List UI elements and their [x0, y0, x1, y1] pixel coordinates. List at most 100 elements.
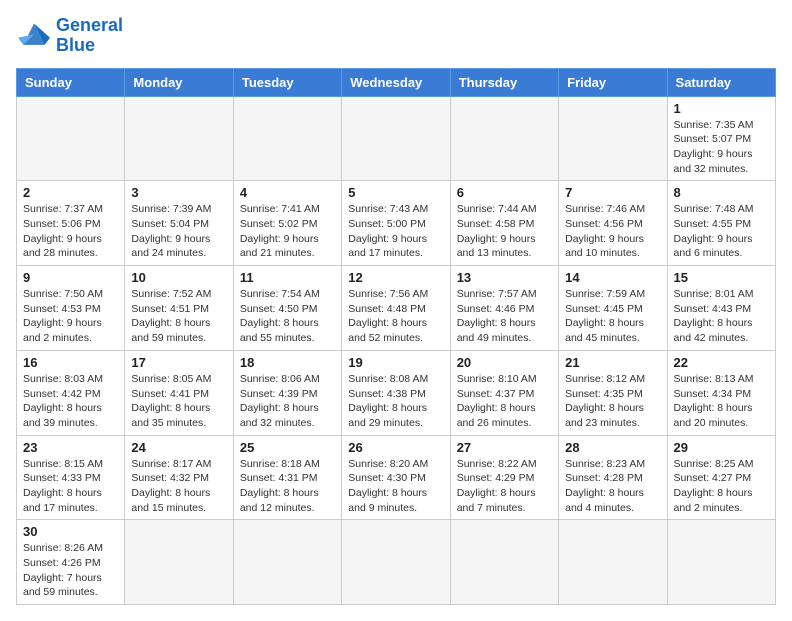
- day-info: Sunrise: 8:18 AM Sunset: 4:31 PM Dayligh…: [240, 457, 335, 516]
- day-info: Sunrise: 8:20 AM Sunset: 4:30 PM Dayligh…: [348, 457, 443, 516]
- calendar-day-cell: 18 Sunrise: 8:06 AM Sunset: 4:39 PM Dayli…: [233, 350, 341, 435]
- calendar-day-cell: [125, 520, 233, 605]
- day-number: 7: [565, 185, 660, 200]
- day-info: Sunrise: 8:10 AM Sunset: 4:37 PM Dayligh…: [457, 372, 552, 431]
- calendar-day-cell: 23Sunrise: 8:15 AM Sunset: 4:33 PM Dayli…: [17, 435, 125, 520]
- day-info: Sunrise: 8:15 AM Sunset: 4:33 PM Dayligh…: [23, 457, 118, 516]
- day-info: Sunrise: 7:37 AM Sunset: 5:06 PM Dayligh…: [23, 202, 118, 261]
- day-info: Sunrise: 7:46 AM Sunset: 4:56 PM Dayligh…: [565, 202, 660, 261]
- day-number: 29: [674, 440, 769, 455]
- day-number: 22: [674, 355, 769, 370]
- calendar-day-cell: 16 Sunrise: 8:03 AM Sunset: 4:42 PM Dayli…: [17, 350, 125, 435]
- day-number: 26: [348, 440, 443, 455]
- day-info: Sunrise: 7:52 AM Sunset: 4:51 PM Dayligh…: [131, 287, 226, 346]
- day-info: Sunrise: 7:56 AM Sunset: 4:48 PM Dayligh…: [348, 287, 443, 346]
- calendar-day-cell: [559, 96, 667, 181]
- calendar-day-cell: 7 Sunrise: 7:46 AM Sunset: 4:56 PM Daylig…: [559, 181, 667, 266]
- day-info: Sunrise: 7:35 AM Sunset: 5:07 PM Dayligh…: [674, 118, 769, 177]
- calendar-weekday-sunday: Sunday: [17, 68, 125, 96]
- day-info: Sunrise: 7:39 AM Sunset: 5:04 PM Dayligh…: [131, 202, 226, 261]
- day-number: 14: [565, 270, 660, 285]
- calendar-week-row: 23Sunrise: 8:15 AM Sunset: 4:33 PM Dayli…: [17, 435, 776, 520]
- day-number: 28: [565, 440, 660, 455]
- day-number: 27: [457, 440, 552, 455]
- calendar-day-cell: 26 Sunrise: 8:20 AM Sunset: 4:30 PM Dayli…: [342, 435, 450, 520]
- calendar-week-row: 16 Sunrise: 8:03 AM Sunset: 4:42 PM Dayli…: [17, 350, 776, 435]
- calendar-week-row: 30 Sunrise: 8:26 AM Sunset: 4:26 PM Dayli…: [17, 520, 776, 605]
- calendar-day-cell: 15 Sunrise: 8:01 AM Sunset: 4:43 PM Dayli…: [667, 266, 775, 351]
- day-info: Sunrise: 7:43 AM Sunset: 5:00 PM Dayligh…: [348, 202, 443, 261]
- calendar-day-cell: 6 Sunrise: 7:44 AM Sunset: 4:58 PM Daylig…: [450, 181, 558, 266]
- calendar-table: SundayMondayTuesdayWednesdayThursdayFrid…: [16, 68, 776, 606]
- day-number: 19: [348, 355, 443, 370]
- day-number: 12: [348, 270, 443, 285]
- calendar-day-cell: 14Sunrise: 7:59 AM Sunset: 4:45 PM Dayli…: [559, 266, 667, 351]
- logo-text: GeneralBlue: [56, 16, 123, 56]
- calendar-week-row: 9Sunrise: 7:50 AM Sunset: 4:53 PM Daylig…: [17, 266, 776, 351]
- calendar-day-cell: 3 Sunrise: 7:39 AM Sunset: 5:04 PM Daylig…: [125, 181, 233, 266]
- calendar-day-cell: [342, 96, 450, 181]
- calendar-weekday-thursday: Thursday: [450, 68, 558, 96]
- calendar-day-cell: 20Sunrise: 8:10 AM Sunset: 4:37 PM Dayli…: [450, 350, 558, 435]
- calendar-day-cell: 17Sunrise: 8:05 AM Sunset: 4:41 PM Dayli…: [125, 350, 233, 435]
- day-info: Sunrise: 8:13 AM Sunset: 4:34 PM Dayligh…: [674, 372, 769, 431]
- day-number: 11: [240, 270, 335, 285]
- calendar-day-cell: 2Sunrise: 7:37 AM Sunset: 5:06 PM Daylig…: [17, 181, 125, 266]
- calendar-day-cell: 28Sunrise: 8:23 AM Sunset: 4:28 PM Dayli…: [559, 435, 667, 520]
- calendar-day-cell: 22 Sunrise: 8:13 AM Sunset: 4:34 PM Dayli…: [667, 350, 775, 435]
- day-number: 6: [457, 185, 552, 200]
- calendar-weekday-tuesday: Tuesday: [233, 68, 341, 96]
- calendar-day-cell: [450, 96, 558, 181]
- day-info: Sunrise: 8:03 AM Sunset: 4:42 PM Dayligh…: [23, 372, 118, 431]
- day-number: 21: [565, 355, 660, 370]
- day-info: Sunrise: 8:25 AM Sunset: 4:27 PM Dayligh…: [674, 457, 769, 516]
- logo-icon: [16, 20, 52, 52]
- calendar-day-cell: 9Sunrise: 7:50 AM Sunset: 4:53 PM Daylig…: [17, 266, 125, 351]
- calendar-day-cell: 30 Sunrise: 8:26 AM Sunset: 4:26 PM Dayli…: [17, 520, 125, 605]
- calendar-week-row: 2Sunrise: 7:37 AM Sunset: 5:06 PM Daylig…: [17, 181, 776, 266]
- day-number: 1: [674, 101, 769, 116]
- day-number: 9: [23, 270, 118, 285]
- calendar-weekday-wednesday: Wednesday: [342, 68, 450, 96]
- day-number: 3: [131, 185, 226, 200]
- calendar-weekday-saturday: Saturday: [667, 68, 775, 96]
- calendar-day-cell: 27 Sunrise: 8:22 AM Sunset: 4:29 PM Dayli…: [450, 435, 558, 520]
- calendar-day-cell: 13Sunrise: 7:57 AM Sunset: 4:46 PM Dayli…: [450, 266, 558, 351]
- calendar-day-cell: 1 Sunrise: 7:35 AM Sunset: 5:07 PM Daylig…: [667, 96, 775, 181]
- day-info: Sunrise: 8:12 AM Sunset: 4:35 PM Dayligh…: [565, 372, 660, 431]
- day-info: Sunrise: 8:17 AM Sunset: 4:32 PM Dayligh…: [131, 457, 226, 516]
- calendar-day-cell: [17, 96, 125, 181]
- day-info: Sunrise: 7:57 AM Sunset: 4:46 PM Dayligh…: [457, 287, 552, 346]
- calendar-day-cell: 21 Sunrise: 8:12 AM Sunset: 4:35 PM Dayli…: [559, 350, 667, 435]
- calendar-day-cell: [559, 520, 667, 605]
- calendar-day-cell: [667, 520, 775, 605]
- day-number: 30: [23, 524, 118, 539]
- calendar-weekday-monday: Monday: [125, 68, 233, 96]
- calendar-weekday-friday: Friday: [559, 68, 667, 96]
- day-info: Sunrise: 7:41 AM Sunset: 5:02 PM Dayligh…: [240, 202, 335, 261]
- day-info: Sunrise: 8:01 AM Sunset: 4:43 PM Dayligh…: [674, 287, 769, 346]
- day-info: Sunrise: 7:44 AM Sunset: 4:58 PM Dayligh…: [457, 202, 552, 261]
- day-info: Sunrise: 8:22 AM Sunset: 4:29 PM Dayligh…: [457, 457, 552, 516]
- day-number: 24: [131, 440, 226, 455]
- day-number: 8: [674, 185, 769, 200]
- day-number: 18: [240, 355, 335, 370]
- calendar-day-cell: 11 Sunrise: 7:54 AM Sunset: 4:50 PM Dayli…: [233, 266, 341, 351]
- day-info: Sunrise: 8:08 AM Sunset: 4:38 PM Dayligh…: [348, 372, 443, 431]
- calendar-day-cell: 29 Sunrise: 8:25 AM Sunset: 4:27 PM Dayli…: [667, 435, 775, 520]
- calendar-day-cell: 4Sunrise: 7:41 AM Sunset: 5:02 PM Daylig…: [233, 181, 341, 266]
- calendar-day-cell: 24 Sunrise: 8:17 AM Sunset: 4:32 PM Dayli…: [125, 435, 233, 520]
- day-number: 25: [240, 440, 335, 455]
- day-number: 16: [23, 355, 118, 370]
- calendar-day-cell: [342, 520, 450, 605]
- calendar-day-cell: [450, 520, 558, 605]
- day-info: Sunrise: 7:54 AM Sunset: 4:50 PM Dayligh…: [240, 287, 335, 346]
- day-number: 10: [131, 270, 226, 285]
- day-info: Sunrise: 8:06 AM Sunset: 4:39 PM Dayligh…: [240, 372, 335, 431]
- page-header: GeneralBlue: [16, 16, 776, 56]
- day-info: Sunrise: 8:05 AM Sunset: 4:41 PM Dayligh…: [131, 372, 226, 431]
- calendar-day-cell: [233, 520, 341, 605]
- calendar-header-row: SundayMondayTuesdayWednesdayThursdayFrid…: [17, 68, 776, 96]
- day-info: Sunrise: 8:26 AM Sunset: 4:26 PM Dayligh…: [23, 541, 118, 600]
- day-number: 15: [674, 270, 769, 285]
